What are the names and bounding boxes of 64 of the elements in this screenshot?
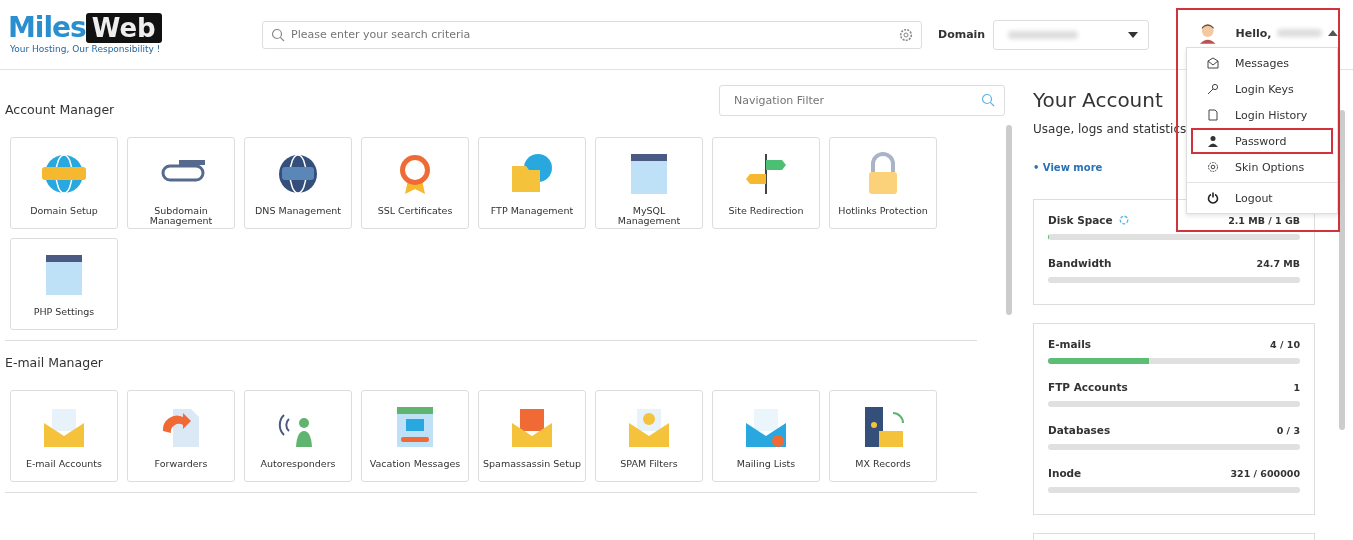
panel-title: Your Account (1033, 88, 1163, 112)
tool-tile[interactable]: Mailing Lists (712, 390, 820, 482)
tool-tile[interactable]: SPAM Filters (595, 390, 703, 482)
greeting-text: Hello, (1235, 26, 1272, 40)
redacted-text (1008, 30, 1079, 39)
stat-value: 2.1 MB / 1 GB (1228, 214, 1300, 226)
globe-icon (40, 152, 88, 196)
person-icon (1207, 135, 1219, 147)
stat-name: Disk Space (1048, 214, 1113, 226)
tool-tile[interactable]: FTP Management (478, 137, 586, 229)
key-icon (1207, 83, 1219, 95)
logo-text: Miles (8, 11, 86, 44)
domain-label: Domain (938, 28, 986, 41)
tool-tile[interactable]: DNS Management (244, 137, 352, 229)
stat-name: FTP Accounts (1048, 381, 1128, 393)
stat-value: 0 / 3 (1276, 424, 1300, 436)
menu-item[interactable]: Password (1191, 128, 1333, 154)
log-file-icon (1207, 109, 1219, 121)
search-field[interactable]: Please enter your search criteria (262, 20, 922, 49)
menu-item[interactable]: Skin Options (1191, 154, 1333, 180)
menu-item[interactable]: Messages (1191, 50, 1333, 76)
search-icon (981, 93, 995, 107)
tool-tile[interactable]: MX Records (829, 390, 937, 482)
tool-tile[interactable]: Site Redirection (712, 137, 820, 229)
caret-icon (1128, 31, 1139, 38)
stat-value: 4 / 10 (1270, 338, 1300, 350)
avatar-icon (1198, 22, 1218, 44)
settings-icon[interactable] (899, 27, 913, 42)
tool-tile[interactable]: Hotlinks Protection (829, 137, 937, 229)
navigation-filter-field[interactable]: Navigation Filter (719, 85, 1005, 116)
tool-tile[interactable]: Vacation Messages (361, 390, 469, 482)
scrollbar-thumb[interactable] (1006, 125, 1012, 315)
menu-item[interactable]: Login History (1191, 102, 1333, 128)
stat-name: E-mails (1048, 338, 1091, 350)
section-title: E-mail Manager (5, 355, 104, 370)
stat-value: 24.7 MB (1256, 257, 1300, 269)
menu-item[interactable]: Logout (1191, 185, 1333, 211)
search-icon (271, 27, 285, 42)
redacted-text (1277, 29, 1323, 37)
view-more-link[interactable]: • View more (1033, 162, 1103, 173)
logo-tagline: Your Hosting, Our Responsibility ! (10, 44, 162, 54)
logo-text: Web (85, 12, 162, 43)
tool-tile[interactable]: MySQL Management (595, 137, 703, 229)
stat-name: Bandwidth (1048, 257, 1112, 269)
menu-item[interactable]: Login Keys (1191, 76, 1333, 102)
stat-name: Inode (1048, 467, 1082, 479)
section-title: Account Manager (5, 102, 116, 117)
stat-value: 1 (1293, 381, 1300, 393)
scrollbar-thumb[interactable] (1339, 110, 1345, 430)
stat-name: Databases (1048, 424, 1111, 436)
tool-tile[interactable]: Forwarders (127, 390, 235, 482)
caret-icon[interactable] (1328, 30, 1338, 36)
settings-icon (1207, 161, 1219, 173)
tool-tile[interactable]: Autoresponders (244, 390, 352, 482)
tool-tile[interactable]: Spamassassin Setup (478, 390, 586, 482)
power-icon (1207, 192, 1219, 204)
tool-tile[interactable]: Domain Setup (10, 137, 118, 229)
envelope-icon (1207, 57, 1219, 69)
tool-tile[interactable]: SSL Certificates (361, 137, 469, 229)
tool-tile[interactable]: PHP Settings (10, 238, 118, 330)
tool-tile[interactable]: Subdomain Management (127, 137, 235, 229)
stat-value: 321 / 600000 (1230, 467, 1300, 479)
tool-tile[interactable]: E-mail Accounts (10, 390, 118, 482)
refresh-icon[interactable] (1118, 215, 1129, 225)
